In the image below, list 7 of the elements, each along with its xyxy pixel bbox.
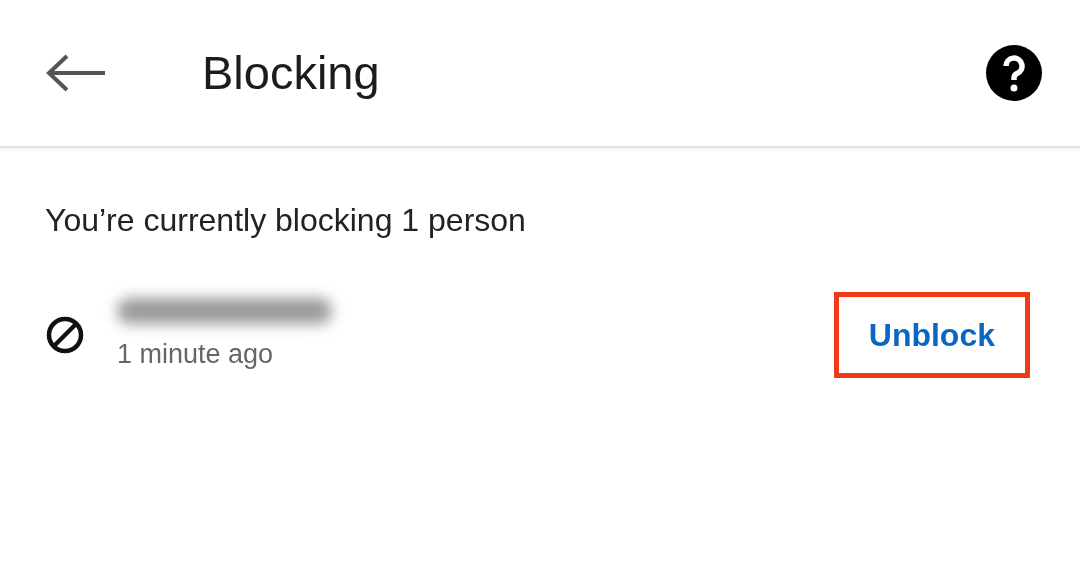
block-icon [45, 315, 85, 355]
blocked-time: 1 minute ago [117, 337, 275, 371]
back-icon[interactable] [45, 53, 107, 93]
unblock-button[interactable]: Unblock [833, 292, 1030, 378]
blocking-summary: You’re currently blocking 1 person [45, 201, 527, 240]
page-title: Blocking [202, 44, 380, 101]
help-icon[interactable] [986, 45, 1042, 101]
